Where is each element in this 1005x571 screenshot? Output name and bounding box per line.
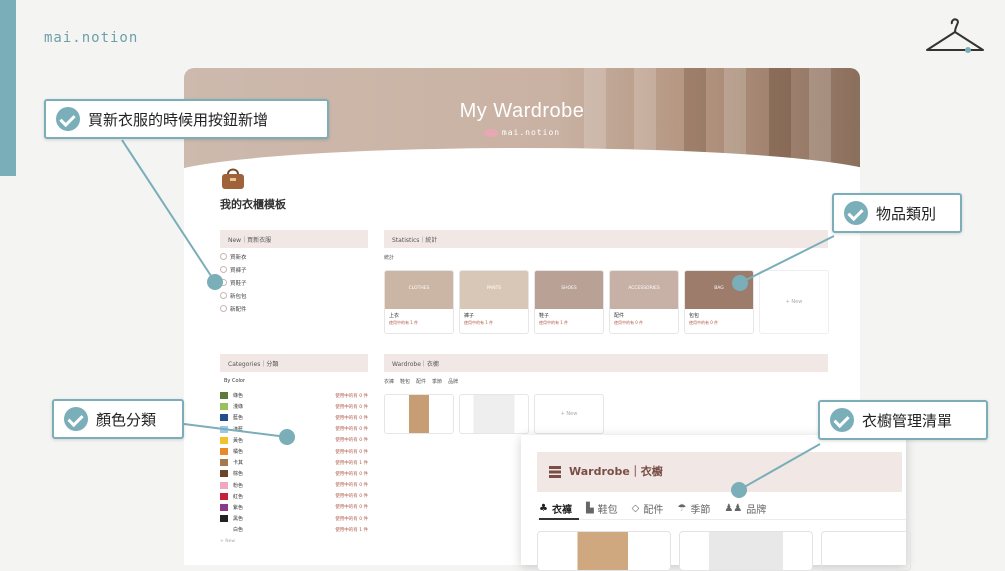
hanger-icon: [926, 18, 984, 53]
wardrobe-tabs: 衣褲 鞋包 配件 季節 品牌: [384, 378, 458, 385]
list-icon: [549, 466, 561, 478]
new-button[interactable]: 買新衣: [220, 250, 247, 263]
zoom-tabs: ♣ 衣褲 ▙ 鞋包 ◇ 配件 ☂ 季節 ♟♟ 品牌: [539, 501, 766, 516]
color-swatch: [220, 459, 228, 467]
category-cards: CLOTHES 上衣 使用中的有 1 件 PANTS 褲子 使用中的有 1 件 SHOE…: [384, 270, 829, 334]
color-row[interactable]: 藍色 使用中的有 0 件: [220, 412, 368, 423]
tab-accessories[interactable]: 配件: [416, 378, 426, 385]
color-swatch: [220, 414, 228, 422]
coat-icon: ♣: [539, 503, 548, 514]
color-row[interactable]: 綠色 使用中的有 0 件: [220, 390, 368, 401]
color-row[interactable]: 棕色 使用中的有 0 件: [220, 468, 368, 479]
handbag-icon: [222, 168, 244, 189]
item-card-sweater[interactable]: [679, 531, 813, 571]
color-row[interactable]: 粉色 使用中的有 0 件: [220, 480, 368, 491]
color-swatch: [220, 403, 228, 411]
brand-logo: mai.notion: [44, 30, 139, 46]
group-by-color[interactable]: By Color: [224, 378, 245, 384]
callout-pin: [207, 274, 223, 290]
callout-pin: [279, 429, 295, 445]
tab-brands[interactable]: ♟♟ 品牌: [724, 501, 766, 516]
bag-icon: [220, 292, 227, 299]
gem-icon: ◇: [631, 503, 640, 514]
new-button[interactable]: 買褲子: [220, 263, 247, 276]
color-swatch: [220, 392, 228, 400]
color-swatch: [220, 515, 228, 523]
color-swatch: [220, 492, 228, 500]
new-button[interactable]: 新配件: [220, 302, 247, 315]
tab-divider: [537, 519, 906, 520]
color-row[interactable]: 淺綠 使用中的有 0 件: [220, 401, 368, 412]
color-row[interactable]: 橘色 使用中的有 0 件: [220, 446, 368, 457]
new-item-button[interactable]: + New: [534, 394, 604, 434]
card-image: CLOTHES: [385, 271, 453, 309]
new-buttons-list: 買新衣 買褲子 買鞋子 新包包 新配件: [220, 250, 247, 315]
card-image: SHOES: [535, 271, 603, 309]
category-card[interactable]: PANTS 褲子 使用中的有 1 件: [459, 270, 529, 334]
color-swatch: [220, 526, 228, 534]
check-icon: [64, 407, 88, 431]
people-icon: ♟♟: [724, 503, 743, 514]
zoom-header: Wardrobe｜衣櫥: [537, 452, 902, 492]
callout-colors: 顏色分類: [52, 399, 184, 439]
check-icon: [830, 408, 854, 432]
wardrobe-panel-header: Wardrobe｜衣櫥: [384, 354, 828, 372]
category-card[interactable]: CLOTHES 上衣 使用中的有 1 件: [384, 270, 454, 334]
category-card[interactable]: ACCESSORIES 配件 使用中的有 0 件: [609, 270, 679, 334]
check-icon: [56, 107, 80, 131]
item-card-pants[interactable]: [384, 394, 454, 434]
category-card[interactable]: SHOES 鞋子 使用中的有 1 件: [534, 270, 604, 334]
item-card-empty[interactable]: [821, 531, 911, 571]
color-swatch: [220, 503, 228, 511]
umbrella-icon: ☂: [677, 503, 687, 514]
pants-icon: [220, 266, 227, 273]
card-image: PANTS: [460, 271, 528, 309]
wardrobe-gallery: + New: [384, 394, 604, 434]
new-button[interactable]: 新包包: [220, 289, 247, 302]
clothes-icon: [220, 253, 227, 260]
callout-pin: [731, 482, 747, 498]
accent-bar: [0, 0, 16, 176]
tab-accessories[interactable]: ◇ 配件: [632, 501, 664, 516]
color-swatch: [220, 448, 228, 456]
color-swatch: [220, 470, 228, 478]
tab-clothes[interactable]: ♣ 衣褲: [539, 501, 572, 516]
active-tab-indicator: [539, 518, 579, 520]
item-card-sweater[interactable]: [459, 394, 529, 434]
gem-icon: [220, 305, 227, 312]
color-swatch: [220, 436, 228, 444]
callout-pin: [732, 275, 748, 291]
color-swatch: [220, 425, 228, 433]
color-swatch: [220, 481, 228, 489]
new-button[interactable]: 買鞋子: [220, 276, 247, 289]
tab-brands[interactable]: 品牌: [448, 378, 458, 385]
color-list: 綠色 使用中的有 0 件 淺綠 使用中的有 0 件 藍色 使用中的有 0 件 淺藍 使用…: [220, 390, 368, 544]
color-row[interactable]: 紅色 使用中的有 0 件: [220, 491, 368, 502]
item-card-pants[interactable]: [537, 531, 671, 571]
callout-wardrobe: 衣櫥管理清單: [818, 400, 988, 440]
callout-new-button: 買新衣服的時候用按鈕新增: [44, 99, 329, 139]
color-row[interactable]: 白色 使用中的有 1 件: [220, 524, 368, 535]
tab-clothes[interactable]: 衣褲: [384, 378, 394, 385]
new-color-button[interactable]: + New: [220, 539, 368, 544]
color-row[interactable]: 紫色 使用中的有 0 件: [220, 502, 368, 513]
callout-categories: 物品類別: [832, 193, 962, 233]
tab-shoes-bags[interactable]: 鞋包: [400, 378, 410, 385]
tab-shoes-bags[interactable]: ▙ 鞋包: [586, 501, 618, 516]
color-row[interactable]: 卡其 使用中的有 1 件: [220, 457, 368, 468]
color-row[interactable]: 黑色 使用中的有 0 件: [220, 513, 368, 524]
check-icon: [844, 201, 868, 225]
stats-subhead: 統計: [384, 255, 395, 261]
card-image: ACCESSORIES: [610, 271, 678, 309]
tab-seasons[interactable]: ☂ 季節: [677, 501, 710, 516]
wardrobe-zoom-panel: Wardrobe｜衣櫥 ♣ 衣褲 ▙ 鞋包 ◇ 配件 ☂ 季節 ♟♟ 品牌: [521, 435, 911, 571]
categories-panel-header: Categories｜分類: [220, 354, 368, 372]
page-title: 我的衣櫃模板: [220, 198, 286, 211]
zoom-title: Wardrobe｜衣櫥: [569, 465, 663, 478]
stats-panel-header: Statistics｜統計: [384, 230, 828, 248]
new-card-button[interactable]: + New: [759, 270, 829, 334]
new-panel-header: New｜買新衣服: [220, 230, 368, 248]
tab-seasons[interactable]: 季節: [432, 378, 442, 385]
boot-icon: ▙: [585, 503, 594, 514]
